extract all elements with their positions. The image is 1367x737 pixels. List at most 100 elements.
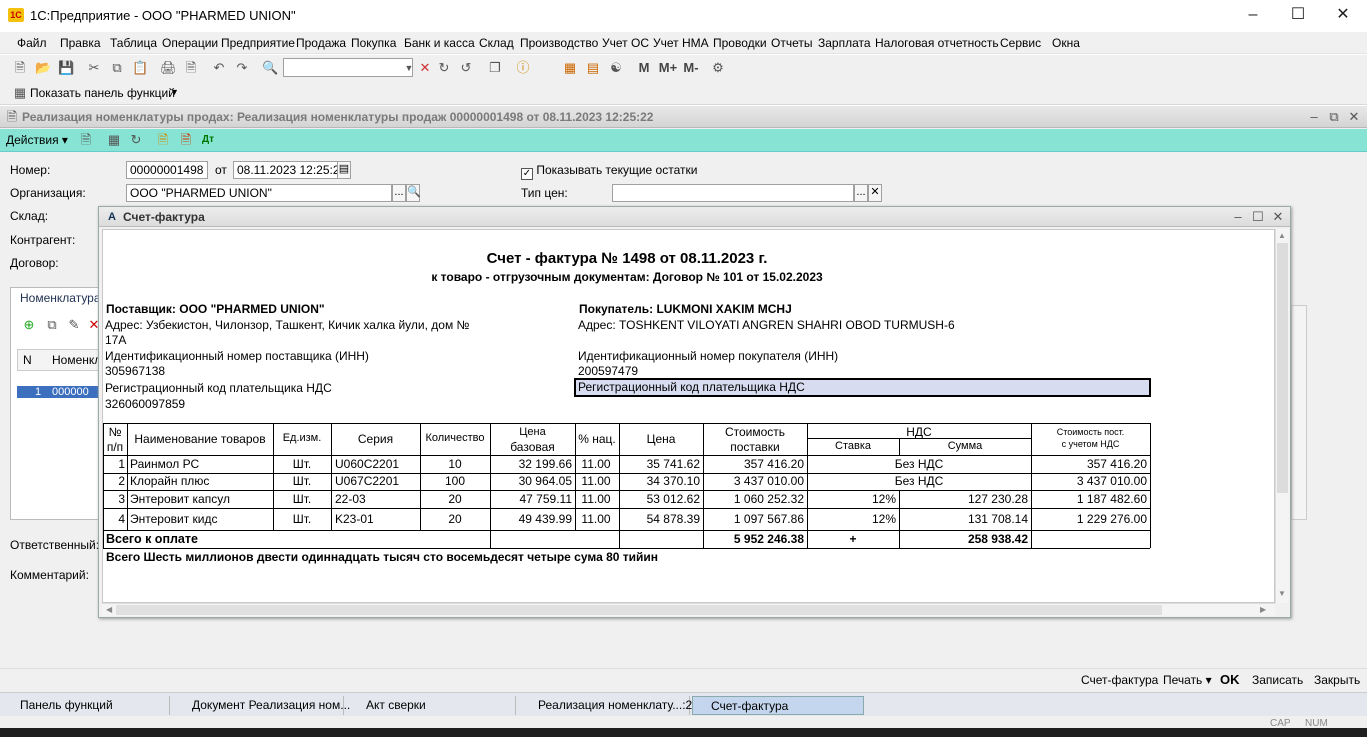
organization-field[interactable]: ООО "PHARMED UNION" xyxy=(126,184,392,202)
print-icon[interactable]: 🖨 xyxy=(160,60,177,76)
find-next-icon[interactable]: ↻ xyxy=(436,60,452,76)
minimize-icon[interactable]: – xyxy=(1306,109,1322,125)
menu-purchases[interactable]: Покупка xyxy=(351,36,396,50)
table-row[interactable]: 1 000000 xyxy=(17,386,101,398)
minimize-button[interactable]: – xyxy=(1238,4,1268,28)
cell-price: 34 370.10 xyxy=(646,474,700,488)
select-org-button[interactable]: ... xyxy=(392,184,406,202)
clear-search-icon[interactable]: ✕ xyxy=(417,60,433,76)
invoice-button[interactable]: Счет-фактура xyxy=(1081,673,1158,687)
price-type-field[interactable] xyxy=(612,184,854,202)
print-button[interactable]: Печать ▾ xyxy=(1163,673,1212,687)
number-field[interactable]: 00000001498 xyxy=(126,161,208,179)
menu-service[interactable]: Сервис xyxy=(1000,36,1041,50)
invoice-vertical-scrollbar[interactable]: ▲ ▼ xyxy=(1275,229,1289,603)
redo-icon[interactable]: ↷ xyxy=(234,60,250,76)
buyer-vat-cell-selected[interactable]: Регистрационный код плательщика НДС xyxy=(574,378,1151,397)
cell-name: Энтеровит кидс xyxy=(130,512,218,526)
menu-table[interactable]: Таблица xyxy=(110,36,157,50)
restore-icon[interactable]: ⧉ xyxy=(1326,109,1342,125)
based-on-icon[interactable]: 🗎 xyxy=(155,132,171,148)
info-icon[interactable]: ⓘ xyxy=(515,60,531,76)
minimize-icon[interactable]: – xyxy=(1230,209,1246,225)
copy-row-icon[interactable]: ⧉ xyxy=(44,317,60,333)
close-doc-button[interactable]: Закрыть xyxy=(1314,673,1360,687)
search-icon[interactable]: 🔍 xyxy=(406,184,421,202)
paste-icon[interactable]: 📋 xyxy=(132,60,148,76)
dt-kt-icon[interactable]: Дт xyxy=(200,132,216,148)
menu-intangibles[interactable]: Учет НМА xyxy=(653,36,709,50)
show-balances-checkbox[interactable]: ✓ Показывать текущие остатки xyxy=(521,163,697,180)
scroll-up-icon[interactable]: ▲ xyxy=(1278,231,1286,240)
task-reconciliation[interactable]: Акт сверки xyxy=(348,696,516,715)
refresh-icon[interactable]: ↻ xyxy=(128,132,144,148)
undo-icon[interactable]: ↶ xyxy=(211,60,227,76)
menu-enterprise[interactable]: Предприятие xyxy=(221,36,295,50)
task-sales-realization[interactable]: Реализация номенклату...:22 xyxy=(520,696,699,715)
structure-icon[interactable]: 🗎 xyxy=(178,132,194,148)
memory-plus-icon[interactable]: M+ xyxy=(657,60,679,76)
scroll-right-icon[interactable]: ▶ xyxy=(1260,605,1266,614)
ok-button[interactable]: OK xyxy=(1220,672,1240,687)
actions-menu[interactable]: Действия ▾ xyxy=(6,133,68,147)
close-icon[interactable]: ✕ xyxy=(1270,209,1286,225)
windows-icon[interactable]: ❐ xyxy=(487,60,503,76)
cut-icon[interactable]: ✂ xyxy=(86,60,102,76)
add-row-icon[interactable]: ⊕ xyxy=(21,317,37,333)
chevron-down-icon[interactable]: ▼ xyxy=(401,60,417,76)
cell-series: 22-03 xyxy=(335,492,366,506)
search-input[interactable] xyxy=(283,58,413,77)
show-functions-panel-button[interactable]: Показать панель функций xyxy=(30,86,175,100)
menu-reports[interactable]: Отчеты xyxy=(771,36,812,50)
scroll-thumb[interactable] xyxy=(116,605,1162,615)
preview-icon[interactable]: 🗎 xyxy=(183,60,199,76)
settings-icon[interactable]: ⚙ xyxy=(710,60,726,76)
checkmark-icon[interactable]: ✓ xyxy=(521,168,533,180)
search-icon[interactable]: 🔍 xyxy=(262,60,278,76)
scroll-down-icon[interactable]: ▼ xyxy=(1278,589,1286,598)
tab-nomenclature[interactable]: Номенклатура xyxy=(12,288,101,308)
calendar-icon[interactable]: ▤ xyxy=(337,161,351,179)
calendar-icon[interactable]: ▤ xyxy=(585,60,601,76)
edit-row-icon[interactable]: ✎ xyxy=(66,317,82,333)
maximize-icon[interactable]: ☐ xyxy=(1250,209,1266,225)
task-functions-panel[interactable]: Панель функций xyxy=(2,696,170,715)
new-document-icon[interactable]: 🗎 xyxy=(12,60,28,76)
calculator-icon[interactable]: ▦ xyxy=(562,60,578,76)
maximize-button[interactable]: ☐ xyxy=(1283,4,1313,28)
find-prev-icon[interactable]: ↺ xyxy=(458,60,474,76)
copy-icon[interactable]: ⧉ xyxy=(109,60,125,76)
close-button[interactable]: ✕ xyxy=(1328,4,1358,28)
memory-minus-icon[interactable]: M- xyxy=(680,60,702,76)
unpost-icon[interactable]: ▦ xyxy=(106,132,122,148)
menu-fixed-assets[interactable]: Учет ОС xyxy=(602,36,649,50)
close-icon[interactable]: ✕ xyxy=(1346,109,1362,125)
menu-warehouse[interactable]: Склад xyxy=(479,36,514,50)
chevron-down-icon[interactable]: ▼ xyxy=(170,87,179,97)
menu-production[interactable]: Производство xyxy=(520,36,598,50)
memory-m-icon[interactable]: M xyxy=(636,60,652,76)
task-invoice-active[interactable]: Счет-фактура xyxy=(692,696,864,715)
menu-postings[interactable]: Проводки xyxy=(713,36,767,50)
task-document-sale[interactable]: Документ Реализация ном... xyxy=(174,696,350,715)
menu-sales[interactable]: Продажа xyxy=(296,36,346,50)
invoice-horizontal-scrollbar[interactable]: ◀ ▶ xyxy=(102,603,1275,616)
menu-operations[interactable]: Операции xyxy=(162,36,218,50)
clear-icon[interactable]: ✕ xyxy=(868,184,882,202)
menu-bank[interactable]: Банк и касса xyxy=(404,36,475,50)
menu-payroll[interactable]: Зарплата xyxy=(818,36,871,50)
open-folder-icon[interactable]: 📂 xyxy=(35,60,51,76)
post-icon[interactable]: 🗎 xyxy=(78,132,94,148)
save-icon[interactable]: 💾 xyxy=(58,60,74,76)
date-field[interactable]: 08.11.2023 12:25:22 xyxy=(233,161,339,179)
users-icon[interactable]: ☯ xyxy=(608,60,624,76)
scroll-thumb[interactable] xyxy=(1277,243,1288,493)
select-price-type-button[interactable]: ... xyxy=(854,184,868,202)
scroll-left-icon[interactable]: ◀ xyxy=(106,605,112,614)
menu-windows[interactable]: Окна xyxy=(1052,36,1080,50)
menu-file[interactable]: Файл xyxy=(17,36,47,50)
save-button[interactable]: Записать xyxy=(1252,673,1303,687)
menu-tax-reports[interactable]: Налоговая отчетность xyxy=(875,36,999,50)
items-scrollbar[interactable] xyxy=(1291,305,1307,520)
menu-edit[interactable]: Правка xyxy=(60,36,101,50)
